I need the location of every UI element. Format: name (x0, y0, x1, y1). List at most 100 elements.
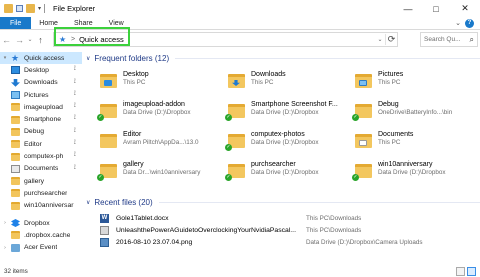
folder-icon (11, 231, 20, 240)
search-icon: ⌕ (469, 35, 474, 44)
folder-tile[interactable]: Documents This PC (355, 130, 478, 160)
recent-file-row[interactable]: UnleashthePowerAGuidetoOverclockingYourN… (100, 224, 480, 236)
sidebar-item-label: Editor (24, 140, 42, 148)
sidebar-item-3[interactable]: imageupload ⟟ (0, 101, 82, 113)
sidebar-item-6[interactable]: Editor ⟟ (0, 138, 82, 150)
recent-files-header[interactable]: ∨ Recent files (20) (86, 196, 480, 208)
folder-tile[interactable]: ✓ imageupload-addon Data Drive (D:)\Dropbo… (97, 100, 222, 130)
desktop-icon (11, 66, 20, 75)
folder-location: This PC (251, 79, 274, 86)
group-divider (158, 201, 480, 203)
folder-location: OneDrive\BatteryInfo...\bin (378, 109, 453, 116)
folder-tile[interactable]: ✓ purchsearcher Data Drive (D:)\Dropbox (225, 160, 349, 190)
collapse-group-icon[interactable]: ∨ (86, 55, 90, 62)
up-button[interactable]: ↑ (34, 35, 47, 45)
quick-access-toolbar: ▾ (0, 4, 46, 13)
folder-location: Data Drive (D:)\Dropbox (123, 109, 191, 116)
sidebar-item-label: Debug (24, 128, 45, 136)
sidebar-item-dropbox-cache[interactable]: .dropbox.cache (0, 229, 82, 241)
pictures-folder-icon (355, 70, 373, 90)
recent-file-row[interactable]: 2016-08-10 23.07.04.png Data Drive (D:)\D… (100, 236, 480, 248)
folder-tile[interactable]: Pictures This PC (355, 70, 478, 100)
dropbox-icon (11, 219, 20, 227)
sidebar-item-quick-access[interactable]: ▾ ★ Quick access (0, 52, 82, 65)
image-file-icon (100, 237, 109, 247)
close-button[interactable]: ✕ (450, 0, 480, 17)
search-input[interactable]: Search Qu... ⌕ (420, 32, 478, 47)
folder-location: Data Dr...\win10anniversary (123, 169, 201, 176)
file-name: UnleashthePowerAGuidetoOverclockingYourN… (116, 226, 296, 234)
sidebar-item-9[interactable]: gallery (0, 175, 82, 187)
pictures-icon (11, 91, 20, 100)
expand-arrow-icon[interactable]: › (2, 220, 8, 226)
address-dropdown-icon[interactable]: ⌄ (375, 36, 385, 43)
sidebar-item-1[interactable]: Downloads ⟟ (0, 77, 82, 89)
recent-locations-button[interactable]: ⌄ (26, 36, 34, 43)
sidebar-item-7[interactable]: computex-ph ⟟ (0, 150, 82, 162)
pin-icon: ⟟ (73, 152, 76, 159)
folder-icon (11, 127, 20, 136)
sidebar-item-dropbox[interactable]: › Dropbox (0, 217, 82, 229)
folder-location: Data Drive (D:)\Dropbox (251, 109, 319, 116)
file-name: 2016-08-10 23.07.04.png (116, 238, 193, 246)
large-icons-view-icon[interactable] (467, 267, 476, 276)
sidebar-item-5[interactable]: Debug ⟟ (0, 126, 82, 138)
sidebar-item-label: purchsearcher (24, 189, 68, 197)
folder-icon: ✓ (97, 100, 118, 121)
sidebar-item-label: Smartphone (24, 116, 62, 124)
sync-check-icon: ✓ (225, 114, 232, 121)
expand-ribbon-icon[interactable]: ⌄ (455, 19, 461, 27)
sidebar-item-0[interactable]: Desktop ⟟ (0, 64, 82, 76)
minimize-button[interactable]: — (394, 0, 422, 17)
folder-icon: ✓ (352, 100, 373, 121)
address-highlight-box (54, 27, 130, 46)
pin-icon: ⟟ (73, 90, 76, 97)
sync-check-icon: ✓ (97, 174, 104, 181)
recent-files-list: W Gole1Tablet.docx This PC\Downloads Unleas… (100, 212, 480, 248)
sidebar-item-label: gallery (24, 177, 45, 185)
folder-tile[interactable]: ✓ Debug OneDrive\BatteryInfo...\bin (352, 100, 478, 130)
sidebar-item-label: win10anniversar (24, 202, 74, 210)
folder-icon: ✓ (225, 130, 246, 151)
folder-name: purchsearcher (251, 161, 296, 168)
sidebar-item-acer-event[interactable]: › Acer Event (0, 241, 82, 253)
refresh-icon[interactable]: ⟳ (385, 34, 397, 45)
address-bar-actions: ⌄ ⟳ (375, 33, 397, 46)
recent-file-row[interactable]: W Gole1Tablet.docx This PC\Downloads (100, 212, 480, 224)
pin-icon: ⟟ (73, 127, 76, 134)
sidebar-item-10[interactable]: purchsearcher (0, 187, 82, 199)
new-folder-icon[interactable] (26, 4, 35, 13)
expand-arrow-icon[interactable]: › (2, 245, 8, 251)
folder-icon (100, 130, 118, 150)
folder-tile[interactable]: Desktop This PC (100, 70, 222, 100)
folder-tile[interactable]: ✓ Smartphone Screenshot F... Data Drive (D… (225, 100, 349, 130)
folder-icon (11, 140, 20, 149)
customize-toolbar-icon[interactable]: ▾ (38, 5, 41, 12)
maximize-button[interactable]: □ (422, 0, 450, 17)
properties-icon[interactable] (16, 5, 23, 12)
sidebar-item-8[interactable]: Documents ⟟ (0, 163, 82, 175)
folder-tile[interactable]: ✓ gallery Data Dr...\win10anniversary (97, 160, 222, 190)
back-button[interactable]: ← (0, 35, 13, 45)
sidebar-item-11[interactable]: win10anniversar (0, 200, 82, 212)
folder-tile[interactable]: ✓ computex-photos Data Drive (D:)\Dropbox (225, 130, 349, 160)
frequent-folders-grid: Desktop This PC Downloads This PC Pictures Th… (97, 70, 480, 190)
help-icon[interactable]: ? (465, 18, 474, 28)
details-view-icon[interactable] (456, 267, 465, 276)
folder-icon[interactable] (4, 4, 13, 13)
tab-file[interactable]: File (0, 17, 32, 29)
sidebar-item-2[interactable]: Pictures ⟟ (0, 89, 82, 101)
forward-button[interactable]: → (13, 35, 26, 45)
sidebar-item-label: imageupload (24, 103, 63, 111)
folder-tile[interactable]: ✓ win10anniversary Data Drive (D:)\Dropbox (352, 160, 478, 190)
collapse-group-icon[interactable]: ∨ (86, 199, 90, 206)
sidebar-item-4[interactable]: Smartphone ⟟ (0, 113, 82, 125)
documents-folder-icon (355, 130, 373, 150)
folder-icon (11, 177, 20, 186)
collapse-arrow-icon[interactable]: ▾ (2, 55, 8, 61)
folder-location: This PC (378, 139, 401, 146)
folder-tile[interactable]: Editor Avram Piltch\AppDa...\13.0 (100, 130, 222, 160)
folder-name: win10anniversary (378, 161, 433, 168)
frequent-folders-header[interactable]: ∨ Frequent folders (12) (86, 52, 480, 64)
folder-tile[interactable]: Downloads This PC (228, 70, 349, 100)
